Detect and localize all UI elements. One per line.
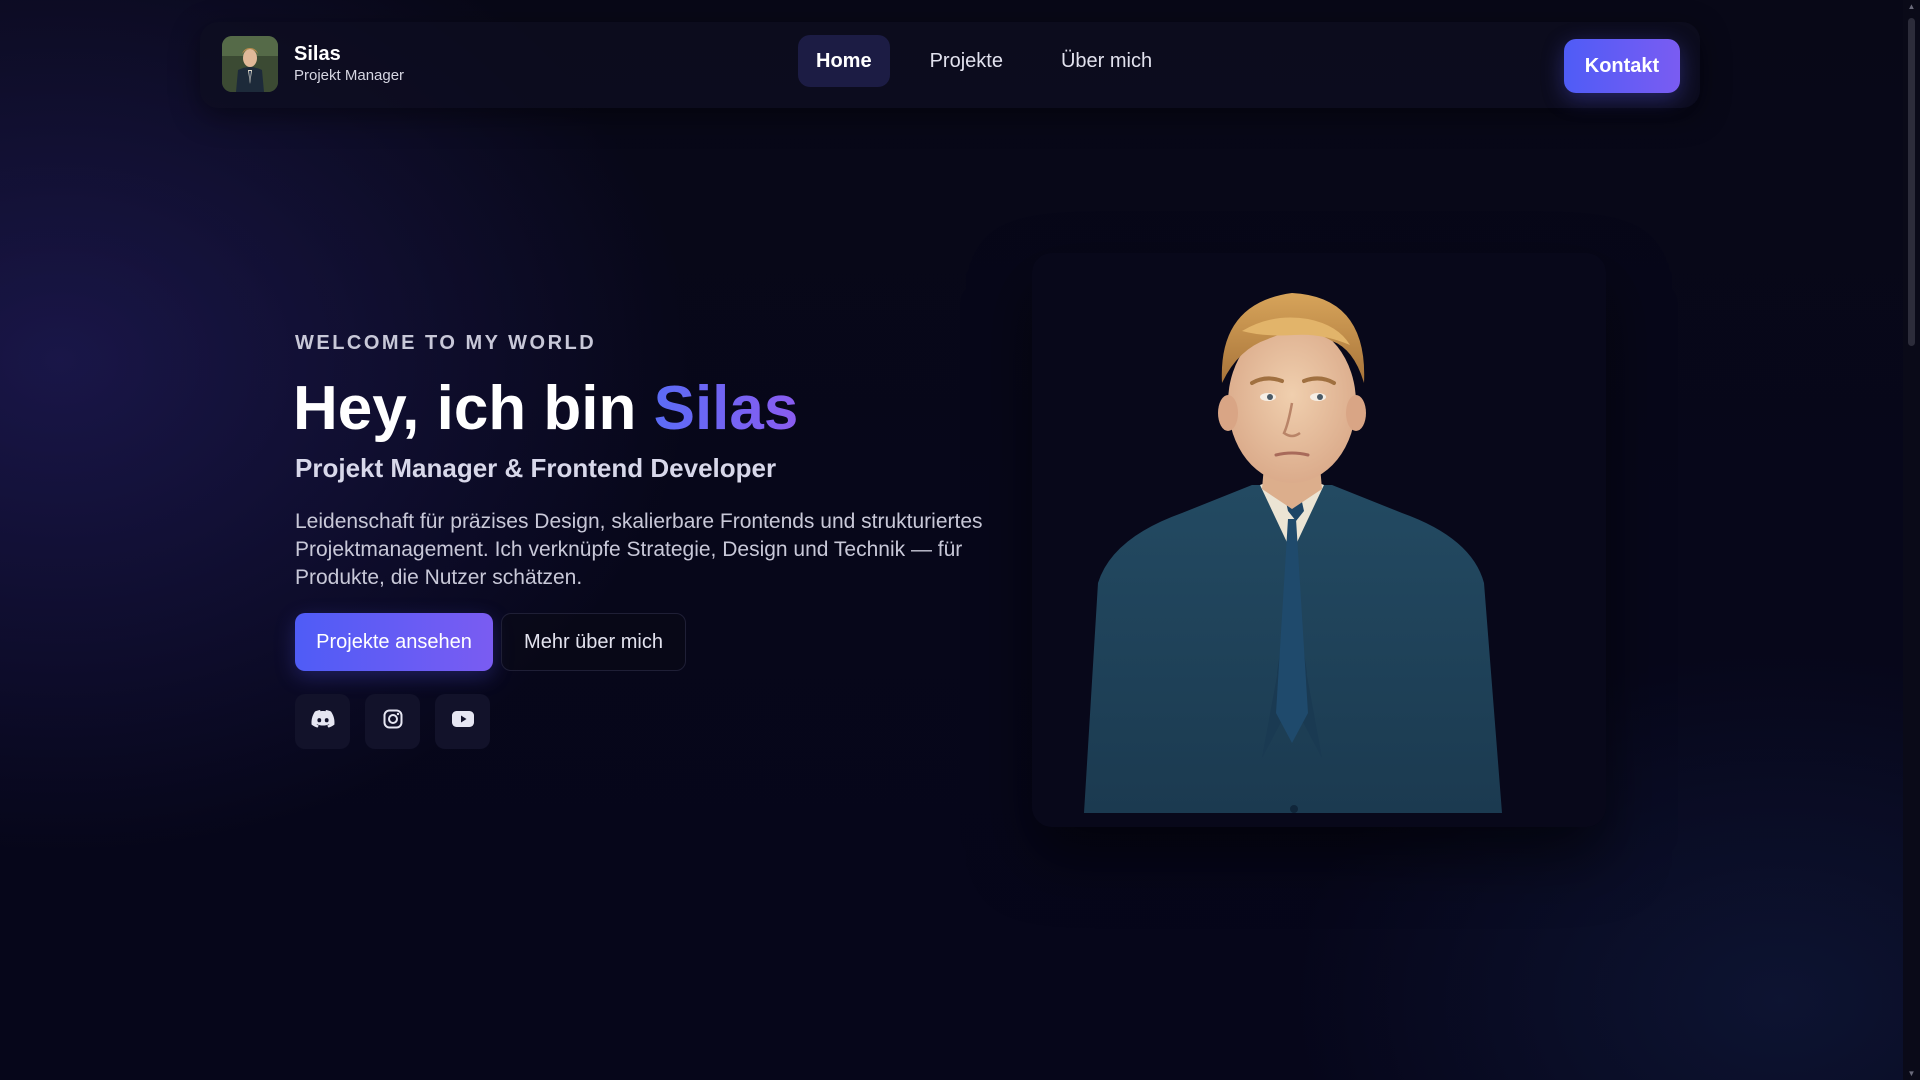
hero-subtitle: Projekt Manager & Frontend Developer	[295, 453, 777, 483]
avatar	[222, 36, 278, 92]
social-links	[295, 694, 505, 749]
main-nav: Home Projekte Über mich	[798, 35, 1192, 87]
scroll-down-icon[interactable]: ▼	[1907, 1069, 1916, 1078]
hero-title-name: Silas	[653, 374, 799, 443]
youtube-icon	[451, 711, 474, 732]
instagram-icon	[383, 709, 403, 734]
about-me-button[interactable]: Mehr über mich	[501, 613, 686, 671]
instagram-link[interactable]	[365, 694, 420, 749]
hero-eyebrow: WELCOME TO MY WORLD	[295, 332, 597, 354]
navbar: Silas Projekt Manager Home Projekte Über…	[200, 22, 1700, 108]
portrait-image	[1032, 253, 1606, 827]
contact-button[interactable]: Kontakt	[1564, 39, 1680, 93]
scrollbar-thumb[interactable]	[1908, 18, 1915, 346]
nav-projekte[interactable]: Projekte	[912, 35, 1021, 87]
brand-name: Silas	[294, 43, 341, 65]
discord-icon	[311, 710, 335, 733]
hero-description: Leidenschaft für präzises Design, skalie…	[295, 510, 983, 589]
hero-title-prefix: Hey, ich bin	[293, 374, 654, 443]
view-projects-button[interactable]: Projekte ansehen	[295, 613, 493, 671]
brand-role: Projekt Manager	[294, 67, 405, 84]
scroll-up-icon[interactable]: ▲	[1907, 2, 1916, 11]
hero-title: Hey, ich bin Silas	[293, 370, 798, 448]
nav-home[interactable]: Home	[798, 35, 890, 87]
portrait-card	[1032, 253, 1606, 827]
page: Silas Projekt Manager Home Projekte Über…	[0, 0, 1920, 1080]
discord-link[interactable]	[295, 694, 350, 749]
nav-ueber-mich[interactable]: Über mich	[1043, 35, 1170, 87]
youtube-link[interactable]	[435, 694, 490, 749]
scrollbar[interactable]: ▲ ▼	[1903, 0, 1920, 1080]
brand[interactable]: Silas Projekt Manager	[222, 36, 404, 92]
